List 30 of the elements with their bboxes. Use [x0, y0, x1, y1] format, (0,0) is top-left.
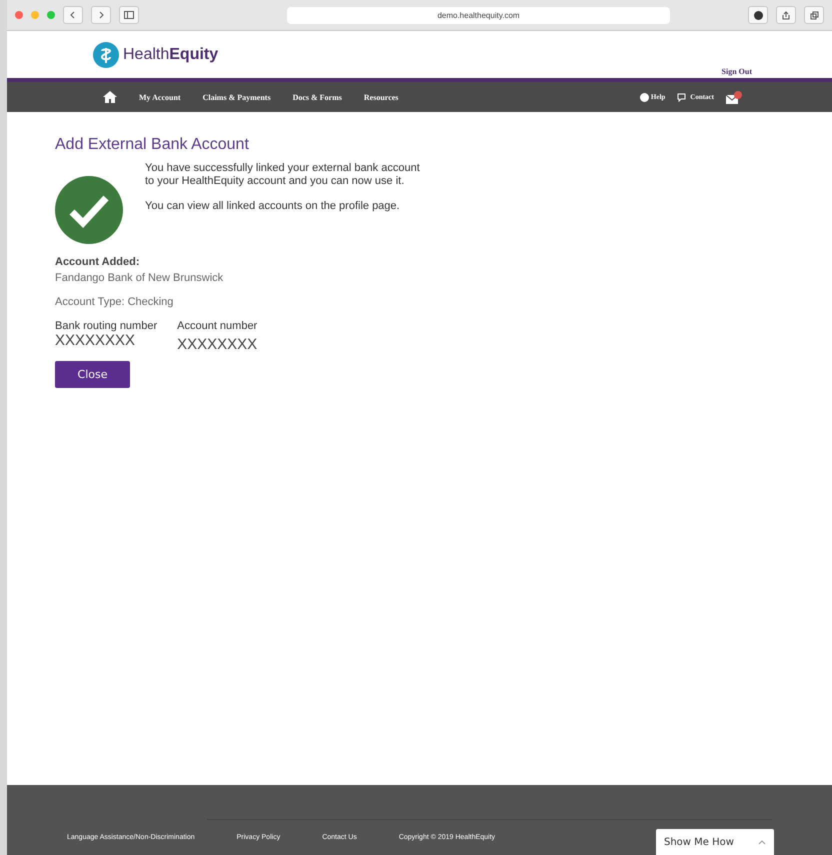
- tabs-icon[interactable]: [804, 6, 824, 24]
- field-label: Account number: [177, 320, 258, 332]
- forward-icon[interactable]: [91, 6, 111, 24]
- home-icon[interactable]: [103, 91, 117, 103]
- share-icon[interactable]: [776, 6, 796, 24]
- field-value: XXXXXXXX: [177, 336, 258, 353]
- nav-item[interactable]: Claims & Payments: [202, 92, 271, 102]
- field-label: Bank routing number: [55, 320, 158, 332]
- nav-item[interactable]: Docs & Forms: [292, 92, 342, 102]
- mail-icon[interactable]: [726, 90, 742, 104]
- close-button[interactable]: Close: [55, 361, 130, 388]
- address-bar[interactable]: demo.healthequity.com: [287, 6, 670, 24]
- nav-item[interactable]: Resources: [364, 92, 398, 102]
- sidebar-icon[interactable]: [119, 6, 139, 24]
- bank-name: Fandango Bank of New Brunswick: [55, 272, 224, 284]
- account-type: Account Type: Checking: [55, 296, 174, 308]
- caret-icon: [758, 840, 766, 844]
- success-message: You have successfully linked your external bank account to your HealthEquity account and you can now use it.: [145, 162, 421, 188]
- nav-item[interactable]: My Account: [139, 92, 181, 102]
- show-me-how-button[interactable]: Show Me How: [656, 829, 774, 855]
- back-icon[interactable]: [63, 6, 83, 24]
- sign-out-link[interactable]: Sign Out: [722, 67, 752, 76]
- check-icon: [55, 176, 123, 244]
- account-added-label: Account Added:: [55, 256, 141, 268]
- field-value: XXXXXXXX: [55, 332, 136, 349]
- logo-icon: [93, 42, 119, 68]
- page-title: Add External Bank Account: [55, 136, 250, 154]
- success-message: You can view all linked accounts on the profile page.: [145, 200, 401, 213]
- logo-text: HealthEquity: [123, 46, 218, 64]
- chat-icon: [677, 92, 688, 102]
